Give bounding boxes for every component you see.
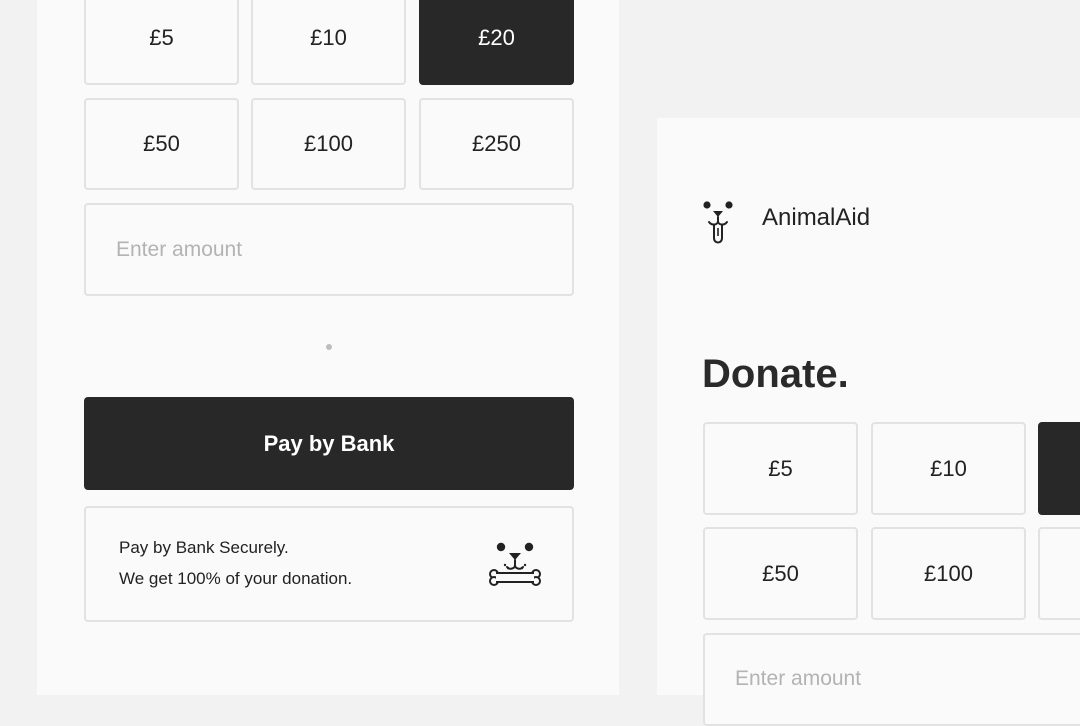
secure-payment-card: Pay by Bank Securely. We get 100% of you… bbox=[84, 506, 574, 622]
page-title: Donate. bbox=[702, 352, 849, 396]
pay-by-bank-button[interactable]: Pay by Bank bbox=[84, 397, 574, 490]
amount-option-250[interactable]: £250 bbox=[419, 98, 574, 190]
amount-option-selected-partial[interactable] bbox=[1038, 422, 1080, 515]
pager-dot bbox=[326, 344, 332, 350]
dog-face-logo-icon bbox=[703, 201, 733, 244]
amount-option-10[interactable]: £10 bbox=[251, 0, 406, 85]
amount-option-partial[interactable] bbox=[1038, 527, 1080, 620]
secure-card-line-1: Pay by Bank Securely. bbox=[119, 538, 289, 557]
amount-option-100[interactable]: £100 bbox=[871, 527, 1026, 620]
secure-card-line-2: We get 100% of your donation. bbox=[119, 569, 353, 588]
amount-option-100[interactable]: £100 bbox=[251, 98, 406, 190]
amount-option-10[interactable]: £10 bbox=[871, 422, 1026, 515]
amount-option-20-selected[interactable]: £20 bbox=[419, 0, 574, 85]
amount-option-5[interactable]: £5 bbox=[84, 0, 239, 85]
custom-amount-input[interactable]: Enter amount bbox=[703, 633, 1080, 726]
dog-bone-icon bbox=[489, 542, 541, 586]
amount-option-50[interactable]: £50 bbox=[703, 527, 858, 620]
custom-amount-input[interactable]: Enter amount bbox=[84, 203, 574, 296]
brand-name: AnimalAid bbox=[762, 204, 871, 231]
amount-option-5[interactable]: £5 bbox=[703, 422, 858, 515]
amount-option-50[interactable]: £50 bbox=[84, 98, 239, 190]
